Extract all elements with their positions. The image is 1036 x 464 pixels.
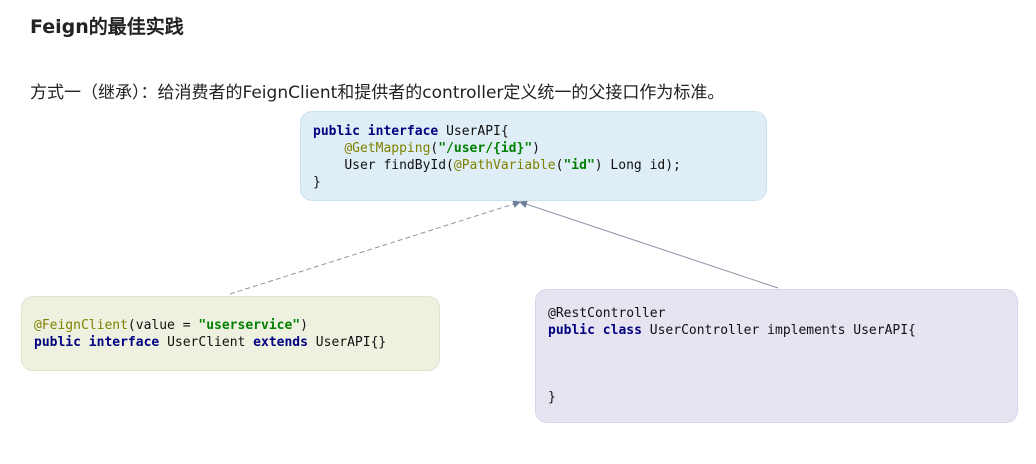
- code-text: ) Long id);: [594, 158, 681, 173]
- code-line: @RestController: [548, 306, 666, 321]
- user-client-box: @FeignClient(value = "userservice") publi…: [21, 296, 440, 371]
- user-api-code: public interface UserAPI{ @GetMapping("/…: [313, 123, 681, 191]
- code-line: User findById(@PathVariable("id") Long i…: [313, 157, 681, 174]
- keyword: class: [602, 323, 642, 338]
- code-line: public interface UserAPI{: [313, 123, 681, 140]
- user-api-box: public interface UserAPI{ @GetMapping("/…: [300, 111, 767, 201]
- code-line: @GetMapping("/user/{id}"): [313, 140, 681, 157]
- annotation: @GetMapping: [344, 141, 431, 156]
- code-line: }: [313, 175, 321, 190]
- keyword: interface: [88, 335, 160, 350]
- user-client-code: @FeignClient(value = "userservice") publi…: [34, 317, 386, 351]
- keyword: interface: [367, 124, 439, 139]
- controller-closing-brace: }: [548, 390, 556, 405]
- code-text: ): [532, 141, 540, 156]
- code-text: UserClient: [159, 335, 254, 350]
- code-text: UserAPI{: [438, 124, 509, 139]
- keyword: extends: [253, 335, 308, 350]
- keyword: public: [34, 335, 81, 350]
- code-text: ): [300, 318, 308, 333]
- client-to-api-arrow: [229, 200, 521, 295]
- code-text: User findById(: [344, 158, 454, 173]
- keyword: public: [313, 124, 360, 139]
- annotation: @FeignClient: [34, 318, 128, 333]
- user-controller-code: @RestController public class UserControll…: [548, 305, 916, 339]
- code-line: public class UserController implements U…: [548, 322, 916, 339]
- user-controller-box: @RestController public class UserControll…: [535, 289, 1018, 423]
- code-text: UserController implements UserAPI{: [641, 323, 916, 338]
- code-line: public interface UserClient extends User…: [34, 334, 386, 351]
- code-line: @FeignClient(value = "userservice"): [34, 317, 386, 334]
- controller-to-api-arrow: [519, 200, 779, 289]
- string-literal: "userservice": [198, 318, 301, 333]
- string-literal: "id": [563, 158, 595, 173]
- annotation: @PathVariable: [453, 158, 556, 173]
- code-text: UserAPI{}: [307, 335, 387, 350]
- string-literal: "/user/{id}": [438, 141, 533, 156]
- keyword: public: [548, 323, 595, 338]
- code-text: (value =: [127, 318, 199, 333]
